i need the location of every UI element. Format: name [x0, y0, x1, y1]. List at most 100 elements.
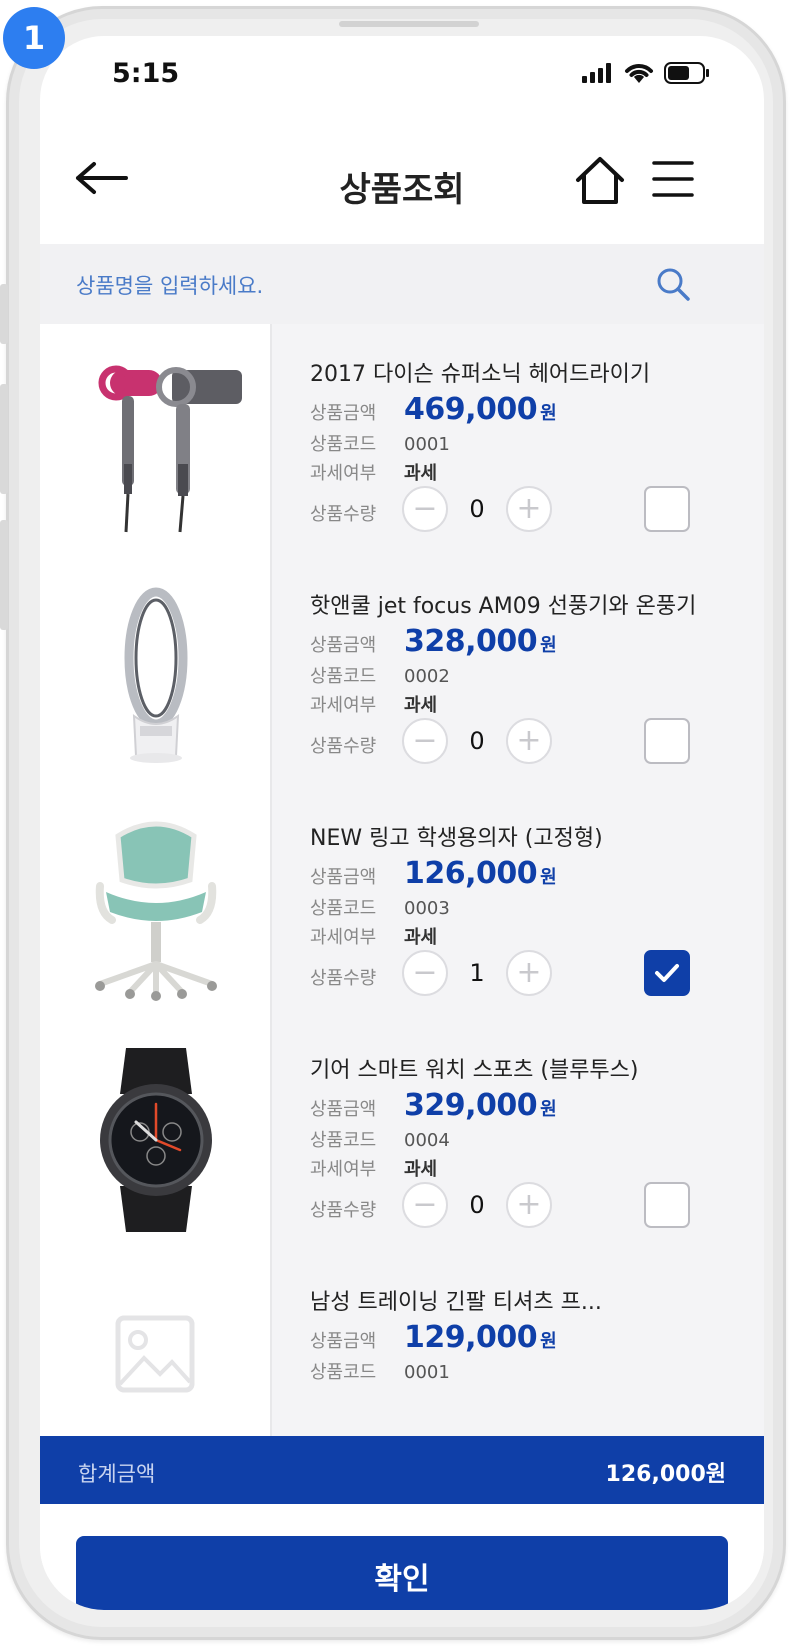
price-label: 상품금액 [310, 1099, 377, 1120]
total-bar: 합계금액 126,000원 [40, 1436, 764, 1504]
product-price: 469,000 [404, 392, 538, 427]
hamburger-menu-icon[interactable] [652, 158, 694, 200]
phone-mute-switch [0, 284, 8, 344]
decrease-button[interactable]: − [402, 718, 448, 764]
product-row[interactable]: 2017 다이슨 슈퍼소닉 헤어드라이기 상품금액 469,000 원 상품코드… [40, 324, 764, 566]
product-image [40, 1020, 272, 1260]
smartwatch-image [100, 1048, 212, 1232]
quantity-label: 상품수량 [310, 964, 376, 990]
product-name[interactable]: 2017 다이슨 슈퍼소닉 헤어드라이기 [310, 356, 730, 388]
code-line: 상품코드 0004 [310, 1126, 450, 1152]
code-label: 상품코드 [310, 434, 377, 455]
chair-image [95, 821, 217, 1001]
increase-button[interactable]: + [506, 486, 552, 532]
quantity-label-text: 상품수량 [310, 1200, 377, 1221]
currency-unit: 원 [540, 1331, 557, 1352]
search-icon[interactable] [655, 266, 691, 302]
total-label: 합계금액 [78, 1462, 156, 1486]
product-tax: 과세 [404, 463, 438, 484]
product-list[interactable]: 2017 다이슨 슈퍼소닉 헤어드라이기 상품금액 469,000 원 상품코드… [40, 324, 764, 1436]
phone-volume-up [0, 384, 8, 494]
wifi-icon [625, 64, 653, 83]
quantity-label-text: 상품수량 [310, 736, 377, 757]
increase-button[interactable]: + [506, 950, 552, 996]
currency-unit: 원 [540, 1099, 557, 1120]
product-info: 남성 트레이닝 긴팔 티셔츠 프... 상품금액 129,000 원 상품코드 … [310, 1284, 730, 1383]
phone-speaker [339, 21, 479, 27]
fan-heater-image [124, 587, 188, 763]
check-icon [655, 964, 679, 982]
product-row[interactable]: 핫앤쿨 jet focus AM09 선풍기와 온풍기 상품금액 328,000… [40, 556, 764, 798]
product-row[interactable]: 남성 트레이닝 긴팔 티셔츠 프... 상품금액 129,000 원 상품코드 … [40, 1252, 764, 1436]
product-row[interactable]: 기어 스마트 워치 스포츠 (블루투스) 상품금액 329,000 원 상품코드… [40, 1020, 764, 1262]
select-checkbox-checked[interactable] [644, 950, 690, 996]
quantity-stepper[interactable]: − 0 + [402, 486, 552, 532]
product-name[interactable]: 기어 스마트 워치 스포츠 (블루투스) [310, 1052, 730, 1084]
price-line: 상품금액 329,000 원 [310, 1088, 557, 1123]
currency-unit: 원 [540, 403, 557, 424]
select-checkbox[interactable] [644, 486, 690, 532]
tax-line: 과세여부 과세 [310, 1155, 437, 1181]
tax-label: 과세여부 [310, 463, 377, 484]
price-line: 상품금액 469,000 원 [310, 392, 557, 427]
quantity-value: 0 [469, 495, 485, 523]
product-price: 328,000 [404, 624, 538, 659]
product-code: 0004 [404, 1130, 450, 1151]
confirm-button[interactable]: 확인 [76, 1536, 728, 1610]
tax-line: 과세여부 과세 [310, 459, 437, 485]
status-time: 5:15 [112, 58, 180, 89]
bottom-area: 확인 [40, 1504, 764, 1610]
quantity-label-text: 상품수량 [310, 968, 377, 989]
price-label: 상품금액 [310, 867, 377, 888]
decrease-button[interactable]: − [402, 486, 448, 532]
product-name[interactable]: 남성 트레이닝 긴팔 티셔츠 프... [310, 1284, 730, 1316]
product-image [40, 324, 272, 564]
code-line: 상품코드 0002 [310, 662, 450, 688]
tax-line: 과세여부 과세 [310, 923, 437, 949]
product-info: 핫앤쿨 jet focus AM09 선풍기와 온풍기 상품금액 328,000… [310, 588, 730, 716]
product-image [40, 1252, 272, 1436]
product-row[interactable]: NEW 링고 학생용의자 (고정형) 상품금액 126,000 원 상품코드 0… [40, 788, 764, 1030]
quantity-stepper[interactable]: − 0 + [402, 1182, 552, 1228]
product-price: 126,000 [404, 856, 538, 891]
decrease-button[interactable]: − [402, 950, 448, 996]
increase-button[interactable]: + [506, 1182, 552, 1228]
product-code: 0001 [404, 1362, 450, 1383]
select-checkbox[interactable] [644, 718, 690, 764]
quantity-label: 상품수량 [310, 500, 404, 526]
select-checkbox[interactable] [644, 1182, 690, 1228]
product-image [40, 788, 272, 1028]
code-line: 상품코드 0001 [310, 430, 450, 456]
product-code: 0003 [404, 898, 450, 919]
product-name[interactable]: 핫앤쿨 jet focus AM09 선풍기와 온풍기 [310, 588, 730, 620]
code-line: 상품코드 0003 [310, 894, 450, 920]
product-image [40, 556, 272, 796]
quantity-label: 상품수량 [310, 1196, 376, 1222]
tax-label: 과세여부 [310, 695, 377, 716]
price-line: 상품금액 126,000 원 [310, 856, 557, 891]
product-info: NEW 링고 학생용의자 (고정형) 상품금액 126,000 원 상품코드 0… [310, 820, 730, 948]
quantity-value: 1 [469, 959, 485, 987]
decrease-button[interactable]: − [402, 1182, 448, 1228]
product-info: 기어 스마트 워치 스포츠 (블루투스) 상품금액 329,000 원 상품코드… [310, 1052, 730, 1180]
home-icon[interactable] [574, 154, 626, 206]
product-code: 0001 [404, 434, 450, 455]
image-placeholder-icon [115, 1315, 195, 1393]
quantity-value: 0 [469, 727, 485, 755]
product-name[interactable]: NEW 링고 학생용의자 (고정형) [310, 820, 730, 852]
search-input[interactable]: 상품명을 입력하세요. [76, 270, 263, 300]
quantity-stepper[interactable]: − 1 + [402, 950, 552, 996]
quantity-stepper[interactable]: − 0 + [402, 718, 552, 764]
code-label: 상품코드 [310, 898, 377, 919]
search-bar[interactable]: 상품명을 입력하세요. [40, 244, 764, 324]
step-badge: 1 [3, 7, 65, 69]
hair-dryer-image [98, 365, 242, 533]
product-tax: 과세 [404, 1159, 438, 1180]
code-label: 상품코드 [310, 666, 377, 687]
currency-unit: 원 [540, 635, 557, 656]
product-price: 129,000 [404, 1320, 538, 1355]
quantity-label-text: 상품수량 [310, 504, 377, 525]
battery-icon [664, 62, 709, 84]
code-line: 상품코드 0001 [310, 1358, 450, 1384]
increase-button[interactable]: + [506, 718, 552, 764]
